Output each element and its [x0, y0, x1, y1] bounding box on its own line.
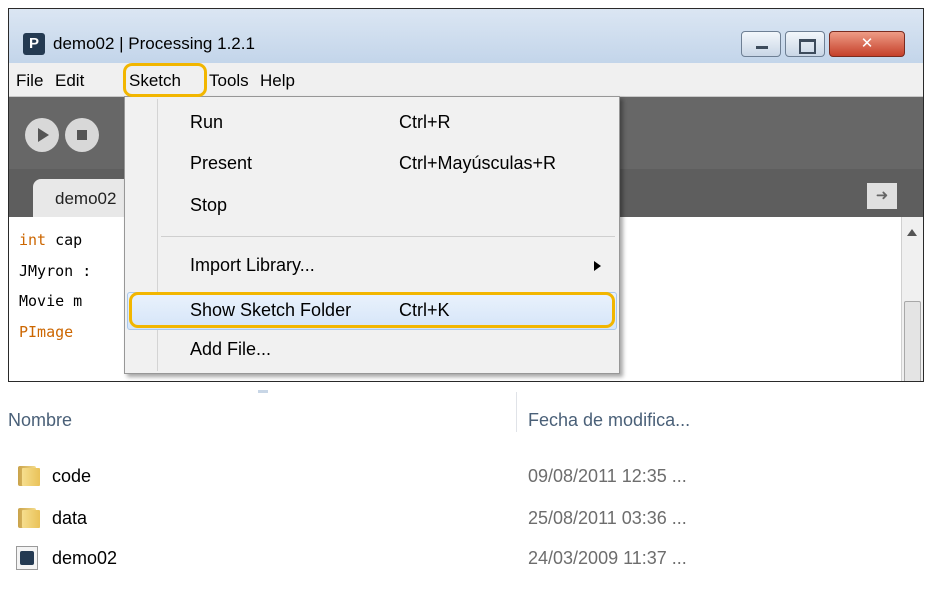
minimize-button[interactable]	[741, 31, 781, 57]
show-sketch-folder-highlight-ring	[129, 292, 615, 328]
menu-item-label: Run	[190, 112, 224, 132]
close-button[interactable]: ✕	[829, 31, 905, 57]
sort-indicator	[258, 390, 268, 393]
title-bar: P demo02 | Processing 1.2.1 ✕	[9, 9, 923, 63]
menu-item-shortcut: Ctrl+R	[399, 112, 451, 132]
column-header-date[interactable]: Fecha de modifica...	[528, 410, 690, 431]
column-header-name[interactable]: Nombre	[8, 410, 72, 431]
file-explorer: Nombre Fecha de modifica... code 09/08/2…	[0, 390, 740, 592]
menu-item-shortcut: Ctrl+Mayúsculas+R	[399, 153, 557, 173]
file-date: 24/03/2009 11:37 ...	[528, 548, 687, 568]
close-icon: ✕	[860, 35, 874, 52]
code-line: Movie m	[19, 292, 83, 310]
file-row-demo02[interactable]: demo02 24/03/2009 11:37 ...	[0, 542, 740, 576]
editor-scrollbar[interactable]	[901, 217, 923, 381]
menu-item-present[interactable]: Present Ctrl+Mayúsculas+R	[127, 145, 617, 183]
menu-item-label: Import Library...	[190, 255, 315, 275]
code-line: JMyron :	[19, 262, 92, 280]
stop-icon[interactable]	[65, 118, 99, 152]
minimize-icon	[742, 32, 780, 56]
file-row-data[interactable]: data 25/08/2011 03:36 ...	[0, 502, 740, 536]
menu-help[interactable]: Help	[260, 71, 295, 91]
menu-tools[interactable]: Tools	[209, 71, 249, 91]
menu-item-add-file[interactable]: Add File...	[127, 331, 617, 369]
maximize-button[interactable]	[785, 31, 825, 57]
file-name: data	[52, 508, 88, 528]
menu-edit[interactable]: Edit	[55, 71, 84, 91]
scroll-thumb[interactable]	[904, 301, 921, 381]
menu-file[interactable]: File	[16, 71, 43, 91]
submenu-arrow-icon	[594, 261, 601, 271]
processing-app-icon: P	[23, 33, 45, 55]
tab-menu-arrow-icon[interactable]: ➜	[867, 183, 897, 209]
scroll-up-arrow-icon[interactable]	[907, 229, 917, 236]
menu-item-label: Add File...	[190, 339, 272, 359]
sketch-dropdown-menu: Run Ctrl+R Present Ctrl+Mayúsculas+R Sto…	[124, 96, 620, 374]
menu-item-label: Stop	[190, 195, 228, 215]
file-row-code[interactable]: code 09/08/2011 12:35 ...	[0, 460, 740, 494]
code-line: PImage	[19, 323, 74, 341]
menu-item-label: Present	[190, 153, 253, 173]
file-name: demo02	[52, 548, 118, 568]
menu-item-run[interactable]: Run Ctrl+R	[127, 104, 617, 142]
sketch-menu-highlight-ring	[123, 63, 207, 97]
file-date: 25/08/2011 03:36 ...	[528, 508, 687, 528]
file-date: 09/08/2011 12:35 ...	[528, 466, 687, 486]
column-divider[interactable]	[516, 392, 517, 432]
maximize-icon	[786, 32, 824, 56]
folder-icon	[18, 466, 42, 486]
menu-item-stop[interactable]: Stop	[127, 187, 617, 225]
menu-separator	[161, 236, 615, 237]
code-line: int cap	[19, 231, 83, 249]
pde-file-icon	[16, 546, 38, 570]
file-name: code	[52, 466, 92, 486]
window-title: demo02 | Processing 1.2.1	[53, 34, 255, 53]
run-icon[interactable]	[25, 118, 59, 152]
folder-icon	[18, 508, 42, 528]
menu-item-import-library[interactable]: Import Library...	[127, 247, 617, 285]
